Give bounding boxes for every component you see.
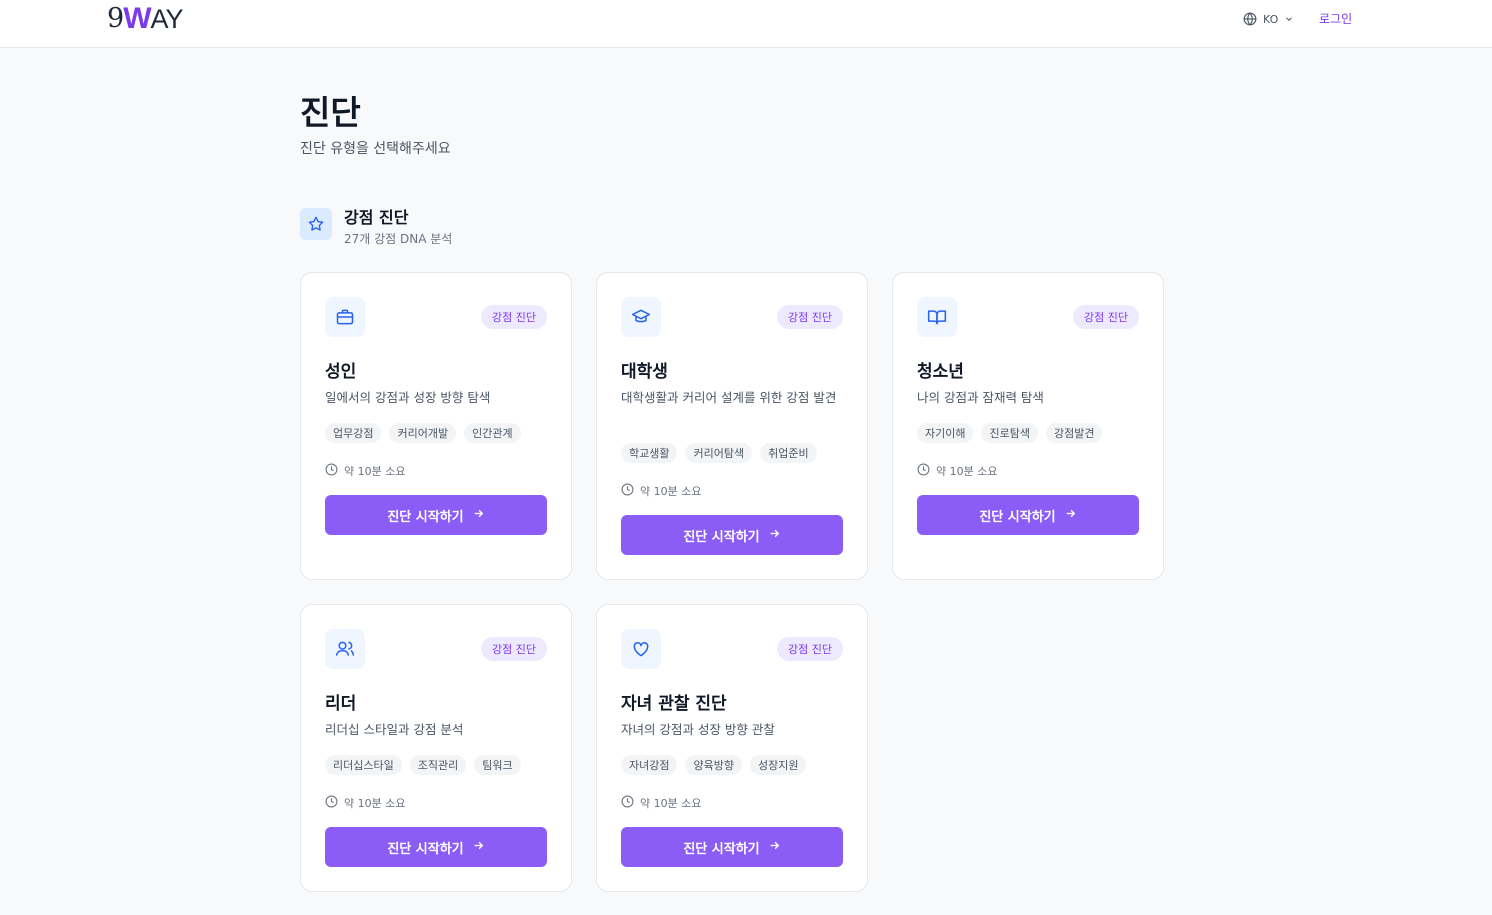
tag: 조직관리: [409, 755, 467, 775]
category-badge: 강점 진단: [481, 637, 547, 661]
start-diagnosis-button[interactable]: 진단 시작하기: [621, 827, 843, 867]
page-title: 진단: [300, 93, 361, 132]
tag: 양육방향: [685, 755, 742, 775]
tag-list: 리더십스타일 조직관리 팀워크: [325, 755, 521, 775]
book-icon: [917, 297, 957, 337]
category-badge: 강점 진단: [777, 305, 843, 329]
diagnosis-card-adult: 강점 진단 성인 일에서의 강점과 성장 방향 탐색 업무강점 커리어개발 인간…: [300, 272, 572, 580]
tag: 리더십스타일: [325, 755, 402, 775]
tag: 성장지원: [749, 755, 807, 775]
tag: 진로탐색: [981, 423, 1038, 443]
language-label: KO: [1263, 12, 1279, 26]
tag-list: 업무강점 커리어개발 인간관계: [325, 423, 521, 443]
clock-icon: [325, 795, 338, 811]
start-diagnosis-button[interactable]: 진단 시작하기: [325, 827, 547, 867]
star-icon: [300, 208, 332, 240]
duration-label: 약 10분 소요: [640, 797, 702, 810]
heart-icon: [621, 629, 661, 669]
card-description: 리더십 스타일과 강점 분석: [325, 722, 464, 737]
button-label: 진단 시작하기: [387, 841, 464, 857]
card-title: 청소년: [917, 362, 964, 382]
duration-label: 약 10분 소요: [344, 797, 406, 810]
card-title: 리더: [325, 694, 357, 714]
clock-icon: [621, 483, 634, 499]
card-description: 대학생활과 커리어 설계를 위한 강점 발견: [621, 390, 837, 405]
button-label: 진단 시작하기: [683, 529, 760, 545]
start-diagnosis-button[interactable]: 진단 시작하기: [325, 495, 547, 535]
duration: 약 10분 소요: [621, 483, 701, 499]
duration: 약 10분 소요: [325, 795, 405, 811]
arrow-right-icon: [472, 507, 485, 524]
top-navigation-bar: 9 W AY KO 로그인: [0, 0, 1492, 48]
section-title: 강점 진단: [344, 208, 409, 227]
tag: 취업준비: [760, 443, 817, 463]
tag-list: 자기이해 진로탐색 강점발견: [917, 423, 1103, 443]
diagnosis-card-university: 강점 진단 대학생 대학생활과 커리어 설계를 위한 강점 발견 학교생활 커리…: [596, 272, 868, 580]
section-subtitle: 27개 강점 DNA 분석: [344, 232, 453, 246]
globe-icon: [1243, 12, 1257, 26]
duration: 약 10분 소요: [325, 463, 405, 479]
button-label: 진단 시작하기: [979, 509, 1056, 525]
tag: 커리어탐색: [685, 443, 753, 463]
diagnosis-card-child-observation: 강점 진단 자녀 관찰 진단 자녀의 강점과 성장 방향 관찰 자녀강점 양육방…: [596, 604, 868, 892]
duration: 약 10분 소요: [917, 463, 997, 479]
arrow-right-icon: [768, 839, 781, 856]
category-badge: 강점 진단: [1073, 305, 1139, 329]
tag: 커리어개발: [389, 423, 457, 443]
category-badge: 강점 진단: [481, 305, 547, 329]
arrow-right-icon: [1064, 507, 1077, 524]
brand-logo[interactable]: 9 W AY: [107, 2, 184, 36]
tag: 업무강점: [325, 423, 382, 443]
duration-label: 약 10분 소요: [936, 465, 998, 478]
tag-list: 자녀강점 양육방향 성장지원: [621, 755, 807, 775]
language-selector[interactable]: KO: [1243, 10, 1294, 28]
tag: 강점발견: [1045, 423, 1103, 443]
duration-label: 약 10분 소요: [640, 485, 702, 498]
duration: 약 10분 소요: [621, 795, 701, 811]
card-description: 자녀의 강점과 성장 방향 관찰: [621, 722, 775, 737]
clock-icon: [621, 795, 634, 811]
tag: 자녀강점: [621, 755, 678, 775]
arrow-right-icon: [768, 527, 781, 544]
tag: 학교생활: [621, 443, 678, 463]
tag: 인간관계: [464, 423, 521, 443]
tag-list: 학교생활 커리어탐색 취업준비: [621, 443, 817, 463]
card-description: 나의 강점과 잠재력 탐색: [917, 390, 1044, 405]
clock-icon: [325, 463, 338, 479]
button-label: 진단 시작하기: [387, 509, 464, 525]
button-label: 진단 시작하기: [683, 841, 760, 857]
tag: 팀워크: [474, 755, 521, 775]
graduation-cap-icon: [621, 297, 661, 337]
logo-w: W: [123, 2, 151, 35]
tag: 자기이해: [917, 423, 974, 443]
card-title: 대학생: [621, 362, 668, 382]
card-title: 성인: [325, 362, 357, 382]
diagnosis-card-leader: 강점 진단 리더 리더십 스타일과 강점 분석 리더십스타일 조직관리 팀워크 …: [300, 604, 572, 892]
page-subtitle: 진단 유형을 선택해주세요: [300, 141, 451, 157]
start-diagnosis-button[interactable]: 진단 시작하기: [917, 495, 1139, 535]
clock-icon: [917, 463, 930, 479]
users-icon: [325, 629, 365, 669]
logo-suffix: AY: [150, 4, 184, 34]
logo-prefix: 9: [107, 3, 124, 34]
card-title: 자녀 관찰 진단: [621, 694, 727, 714]
diagnosis-card-youth: 강점 진단 청소년 나의 강점과 잠재력 탐색 자기이해 진로탐색 강점발견 약…: [892, 272, 1164, 580]
arrow-right-icon: [472, 839, 485, 856]
login-link[interactable]: 로그인: [1319, 10, 1352, 28]
chevron-down-icon: [1284, 14, 1294, 24]
card-description: 일에서의 강점과 성장 방향 탐색: [325, 390, 491, 405]
duration-label: 약 10분 소요: [344, 465, 406, 478]
start-diagnosis-button[interactable]: 진단 시작하기: [621, 515, 843, 555]
category-badge: 강점 진단: [777, 637, 843, 661]
briefcase-icon: [325, 297, 365, 337]
